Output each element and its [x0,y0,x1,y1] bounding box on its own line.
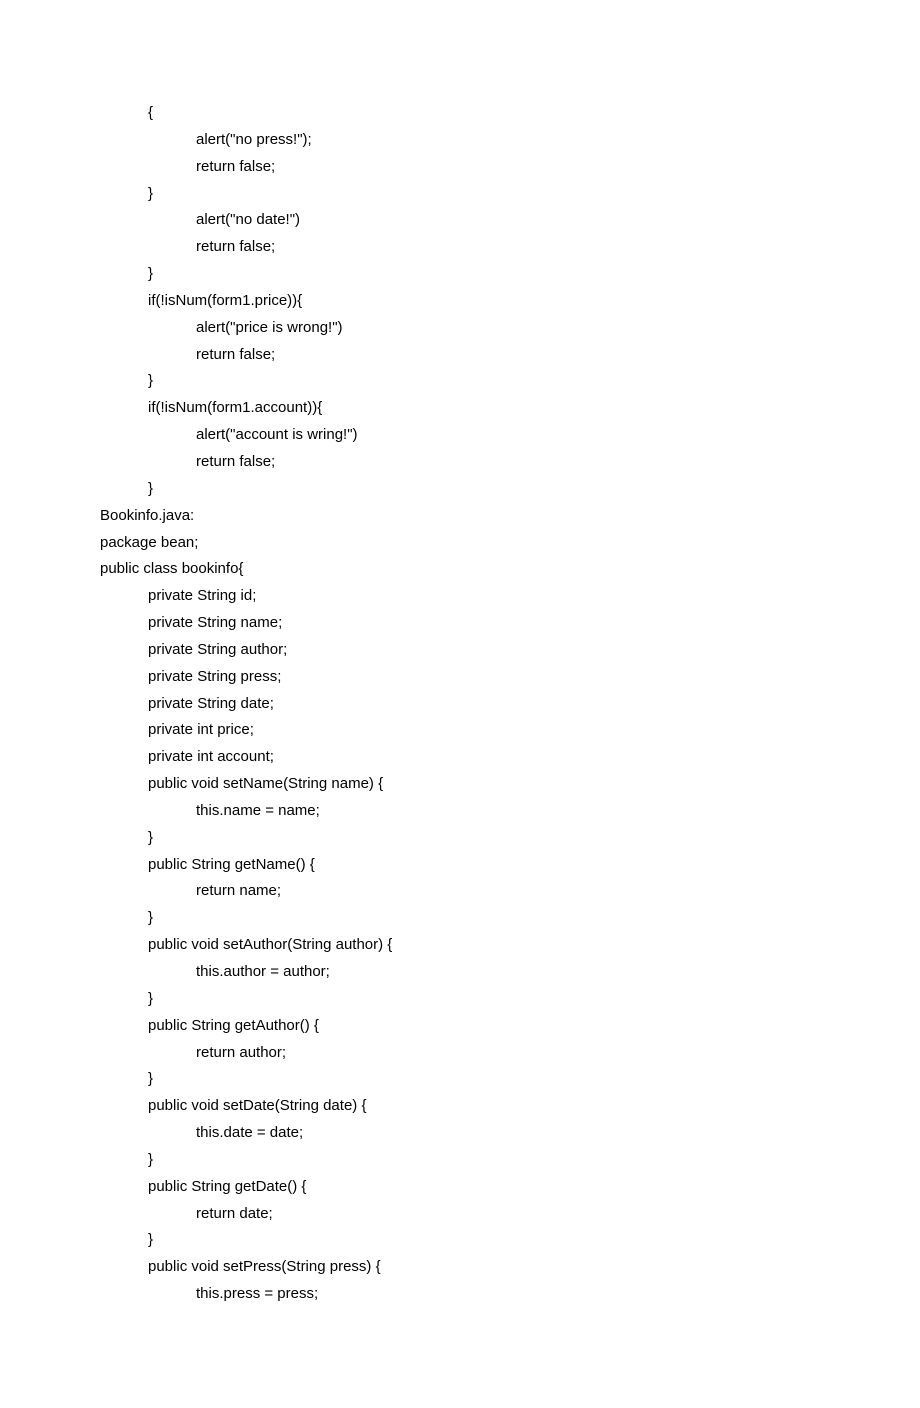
code-line: this.author = author; [100,959,820,986]
code-line: } [100,825,820,852]
code-line: } [100,1227,820,1254]
code-line: private String press; [100,664,820,691]
code-line: } [100,1066,820,1093]
code-line: } [100,986,820,1013]
code-line: } [100,905,820,932]
code-line: } [100,368,820,395]
code-line: public void setDate(String date) { [100,1093,820,1120]
code-line: return false; [100,234,820,261]
code-line: Bookinfo.java: [100,503,820,530]
code-line: private String id; [100,583,820,610]
code-line: } [100,261,820,288]
code-line: this.date = date; [100,1120,820,1147]
code-line: return name; [100,878,820,905]
code-line: public void setName(String name) { [100,771,820,798]
code-line: private int account; [100,744,820,771]
code-line: this.press = press; [100,1281,820,1308]
code-line: } [100,1147,820,1174]
code-line: if(!isNum(form1.price)){ [100,288,820,315]
code-line: alert("account is wring!") [100,422,820,449]
code-line: return false; [100,342,820,369]
code-line: private String date; [100,691,820,718]
code-line: public void setAuthor(String author) { [100,932,820,959]
code-line: public void setPress(String press) { [100,1254,820,1281]
code-line: return false; [100,154,820,181]
code-line: alert("price is wrong!") [100,315,820,342]
code-line: return author; [100,1040,820,1067]
code-line: { [100,100,820,127]
code-line: if(!isNum(form1.account)){ [100,395,820,422]
code-line: private int price; [100,717,820,744]
code-line: this.name = name; [100,798,820,825]
document-page: {alert("no press!");return false;}alert(… [0,0,920,1408]
code-line: alert("no press!"); [100,127,820,154]
code-line: } [100,181,820,208]
code-line: alert("no date!") [100,207,820,234]
code-block: {alert("no press!");return false;}alert(… [100,100,820,1308]
code-line: public String getDate() { [100,1174,820,1201]
code-line: return date; [100,1201,820,1228]
code-line: public class bookinfo{ [100,556,820,583]
code-line: public String getName() { [100,852,820,879]
code-line: private String author; [100,637,820,664]
code-line: private String name; [100,610,820,637]
code-line: } [100,476,820,503]
code-line: package bean; [100,530,820,557]
code-line: return false; [100,449,820,476]
code-line: public String getAuthor() { [100,1013,820,1040]
